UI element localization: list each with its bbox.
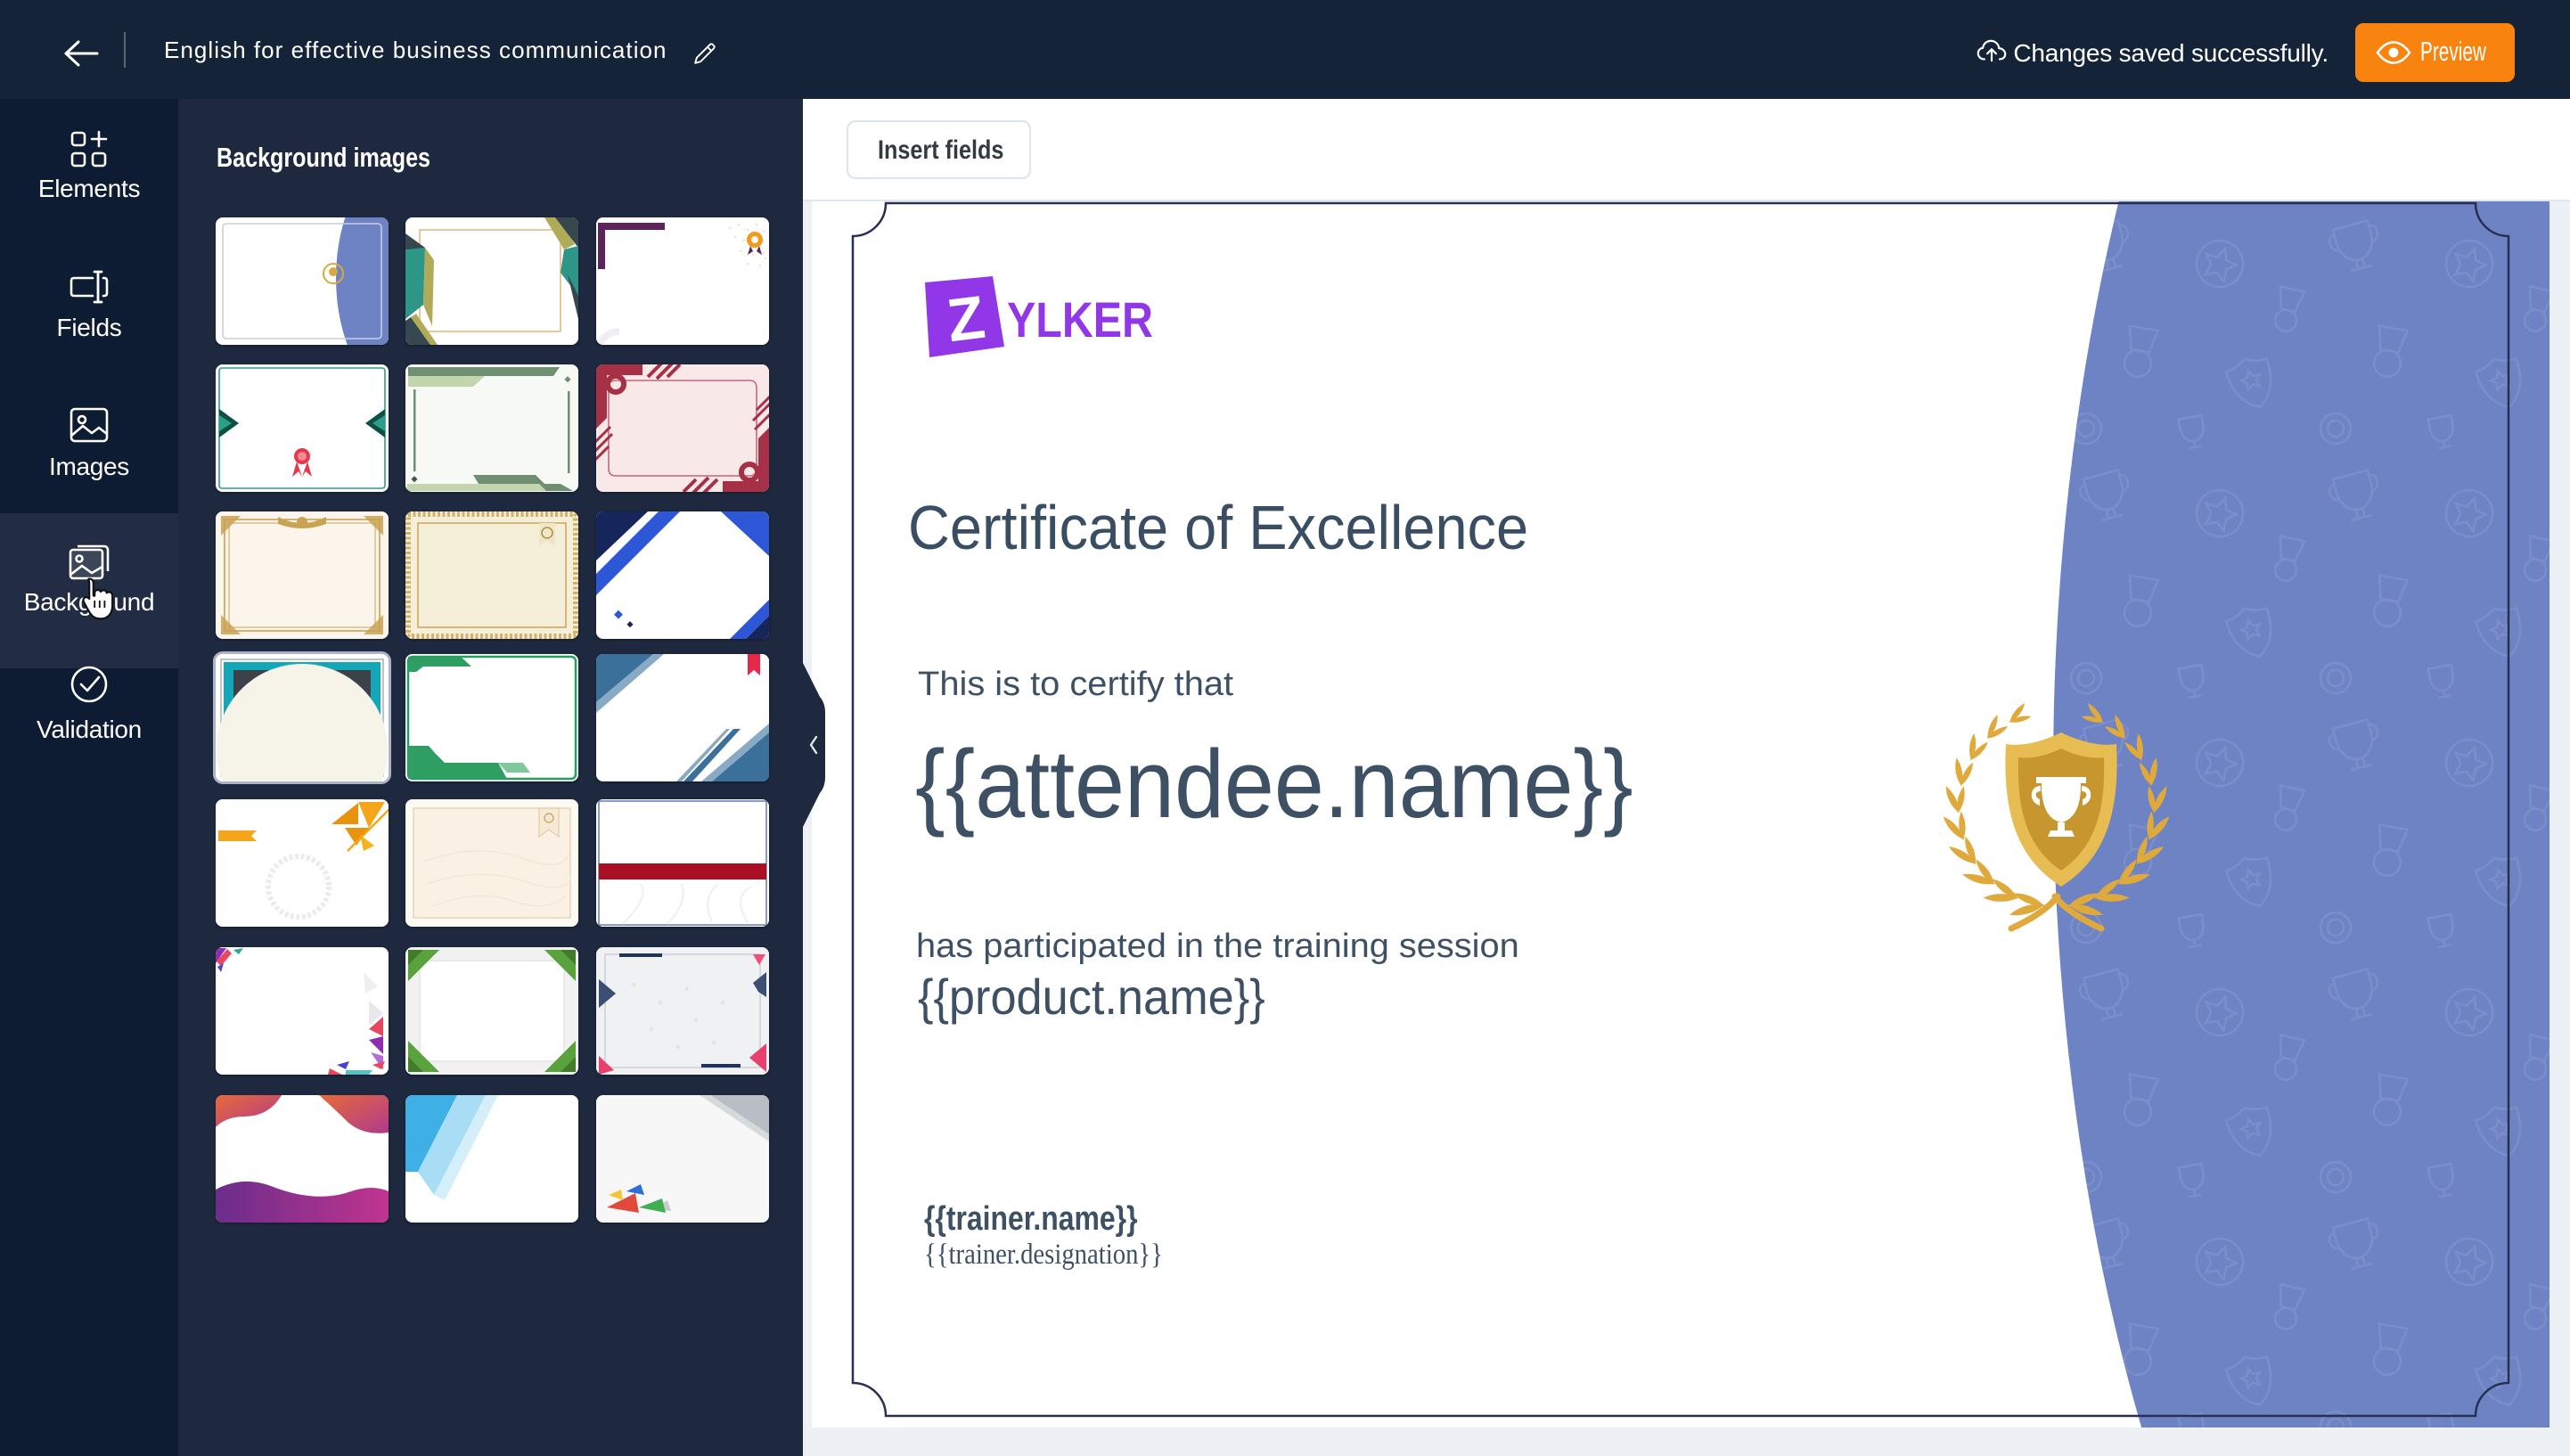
svg-text:YLKER: YLKER	[1007, 291, 1153, 348]
